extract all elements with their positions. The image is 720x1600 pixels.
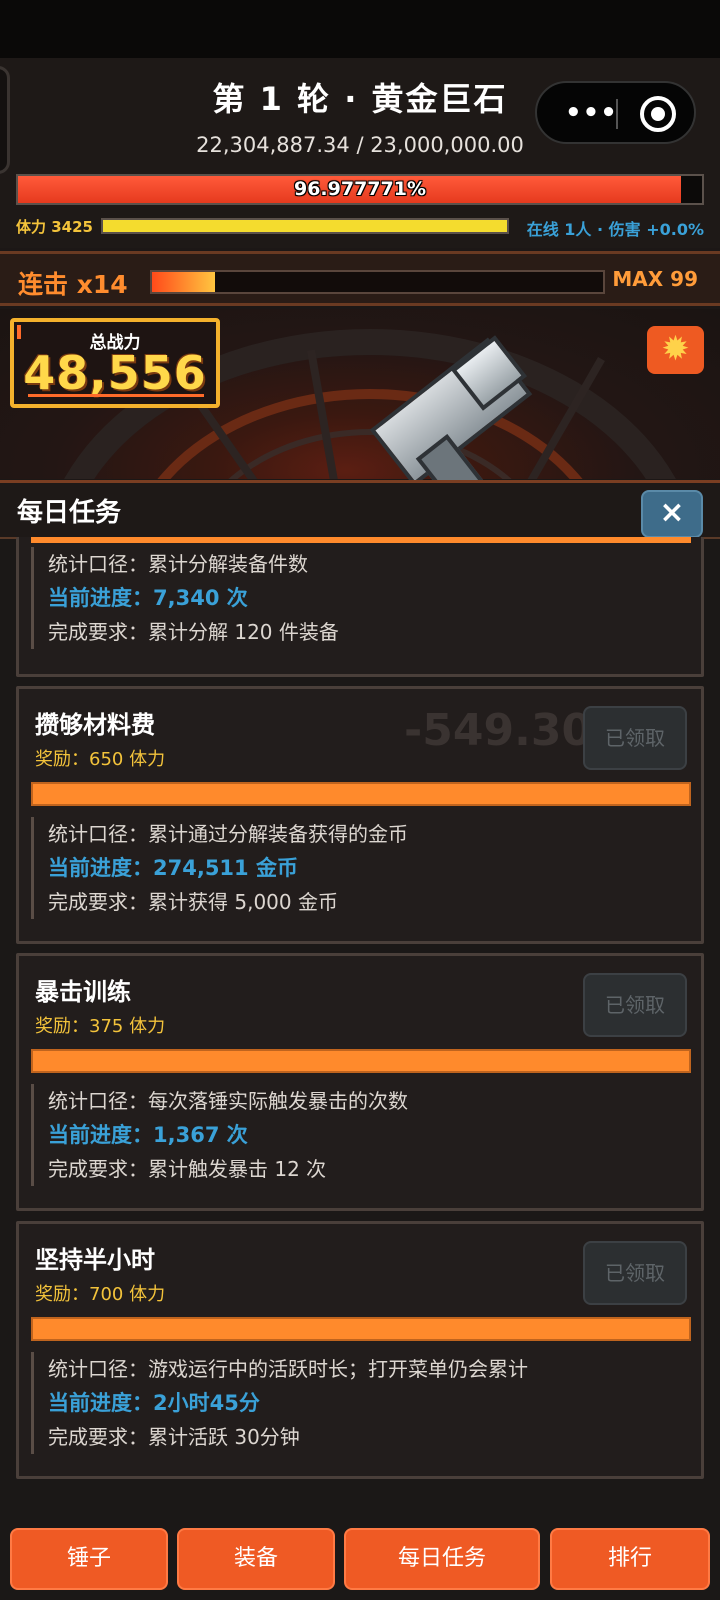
boss-hp-bar: 96.977771%: [16, 174, 704, 205]
task-progress-line: 当前进度：1,367 次: [48, 1123, 248, 1147]
task-progress-bar: [31, 1317, 691, 1341]
task-stat-line: 统计口径：累计通过分解装备获得的金币: [48, 822, 408, 846]
status-bar: [0, 0, 720, 58]
more-dots-icon[interactable]: •••: [565, 100, 618, 126]
bottom-nav: 锤子 装备 每日任务 排行: [0, 1510, 720, 1600]
nav-rank-button[interactable]: 排行: [550, 1528, 710, 1590]
task-progress-bar: [31, 782, 691, 806]
task-progress-bar: [31, 1049, 691, 1073]
combo-row: 连击 x14 MAX 99: [0, 251, 720, 306]
panel-title: 每日任务: [17, 498, 122, 528]
stamina-fill: [103, 220, 507, 232]
task-title: 攒够材料费: [35, 711, 155, 739]
online-status: 在线 1人 · 伤害 +0.0%: [526, 220, 704, 239]
task-card: 坚持半小时 奖励：700 体力 已领取 统计口径：游戏运行中的活跃时长；打开菜单…: [16, 1221, 704, 1479]
combo-max-label: MAX 99: [612, 267, 698, 291]
task-stat-line: 统计口径：累计分解装备件数: [48, 552, 308, 576]
boss-hp-percent: 96.977771%: [293, 178, 427, 200]
combo-label: 连击 x14: [18, 270, 128, 299]
panel-header: 每日任务 ×: [0, 483, 720, 539]
claimed-button[interactable]: 已领取: [583, 973, 687, 1037]
task-reward: 奖励：375 体力: [35, 1016, 166, 1037]
task-requirement-line: 完成要求：累计分解 120 件装备: [48, 620, 339, 644]
task-stat-line: 统计口径：游戏运行中的活跃时长；打开菜单仍会累计: [48, 1357, 528, 1381]
task-reward: 奖励：650 体力: [35, 749, 166, 770]
task-detail: 统计口径：累计分解装备件数 当前进度：7,340 次 完成要求：累计分解 120…: [31, 547, 691, 649]
stamina-label: 体力 3425: [16, 218, 93, 236]
nav-equipment-button[interactable]: 装备: [177, 1528, 335, 1590]
capsule-divider: [616, 99, 618, 129]
mini-program-capsule: •••: [535, 81, 696, 144]
task-progress-bar: [31, 537, 691, 543]
gear-icon: ✹: [661, 329, 690, 369]
claimed-button[interactable]: 已领取: [583, 706, 687, 770]
task-reward: 奖励：700 体力: [35, 1284, 166, 1305]
task-requirement-line: 完成要求：累计获得 5,000 金币: [48, 890, 338, 914]
claimed-button[interactable]: 已领取: [583, 1241, 687, 1305]
task-detail: 统计口径：每次落锤实际触发暴击的次数 当前进度：1,367 次 完成要求：累计触…: [31, 1084, 691, 1186]
settings-button[interactable]: ✹: [647, 326, 704, 374]
combo-bar: [150, 270, 605, 294]
task-requirement-line: 完成要求：累计活跃 30分钟: [48, 1425, 300, 1449]
task-detail: 统计口径：累计通过分解装备获得的金币 当前进度：274,511 金币 完成要求：…: [31, 817, 691, 919]
stamina-bar: [101, 218, 509, 234]
total-power-value: 48,556: [23, 346, 207, 400]
nav-daily-tasks-button[interactable]: 每日任务: [344, 1528, 540, 1590]
task-progress-line: 当前进度：2小时45分: [48, 1391, 260, 1415]
target-icon[interactable]: [640, 96, 676, 132]
task-title: 坚持半小时: [35, 1246, 155, 1274]
close-icon: ×: [659, 495, 685, 530]
task-stat-line: 统计口径：每次落锤实际触发暴击的次数: [48, 1089, 408, 1113]
close-button[interactable]: ×: [641, 490, 703, 538]
task-progress-line: 当前进度：274,511 金币: [48, 856, 298, 880]
task-progress-line: 当前进度：7,340 次: [48, 586, 248, 610]
task-detail: 统计口径：游戏运行中的活跃时长；打开菜单仍会累计 当前进度：2小时45分 完成要…: [31, 1352, 691, 1454]
floating-damage-number: -549.30: [404, 705, 593, 756]
task-title: 暴击训练: [35, 978, 131, 1006]
task-card: 暴击训练 奖励：375 体力 已领取 统计口径：每次落锤实际触发暴击的次数 当前…: [16, 953, 704, 1211]
total-power-underline: [28, 394, 204, 397]
task-card: 统计口径：累计分解装备件数 当前进度：7,340 次 完成要求：累计分解 120…: [16, 537, 704, 677]
combo-fill: [152, 272, 216, 292]
total-power-box: 总战力 48,556: [10, 318, 220, 408]
task-requirement-line: 完成要求：累计触发暴击 12 次: [48, 1157, 327, 1181]
task-card: -549.30 攒够材料费 奖励：650 体力 已领取 统计口径：累计通过分解装…: [16, 686, 704, 944]
nav-hammer-button[interactable]: 锤子: [10, 1528, 168, 1590]
daily-tasks-panel: 每日任务 × 统计口径：累计分解装备件数 当前进度：7,340 次 完成要求：累…: [0, 480, 720, 1510]
